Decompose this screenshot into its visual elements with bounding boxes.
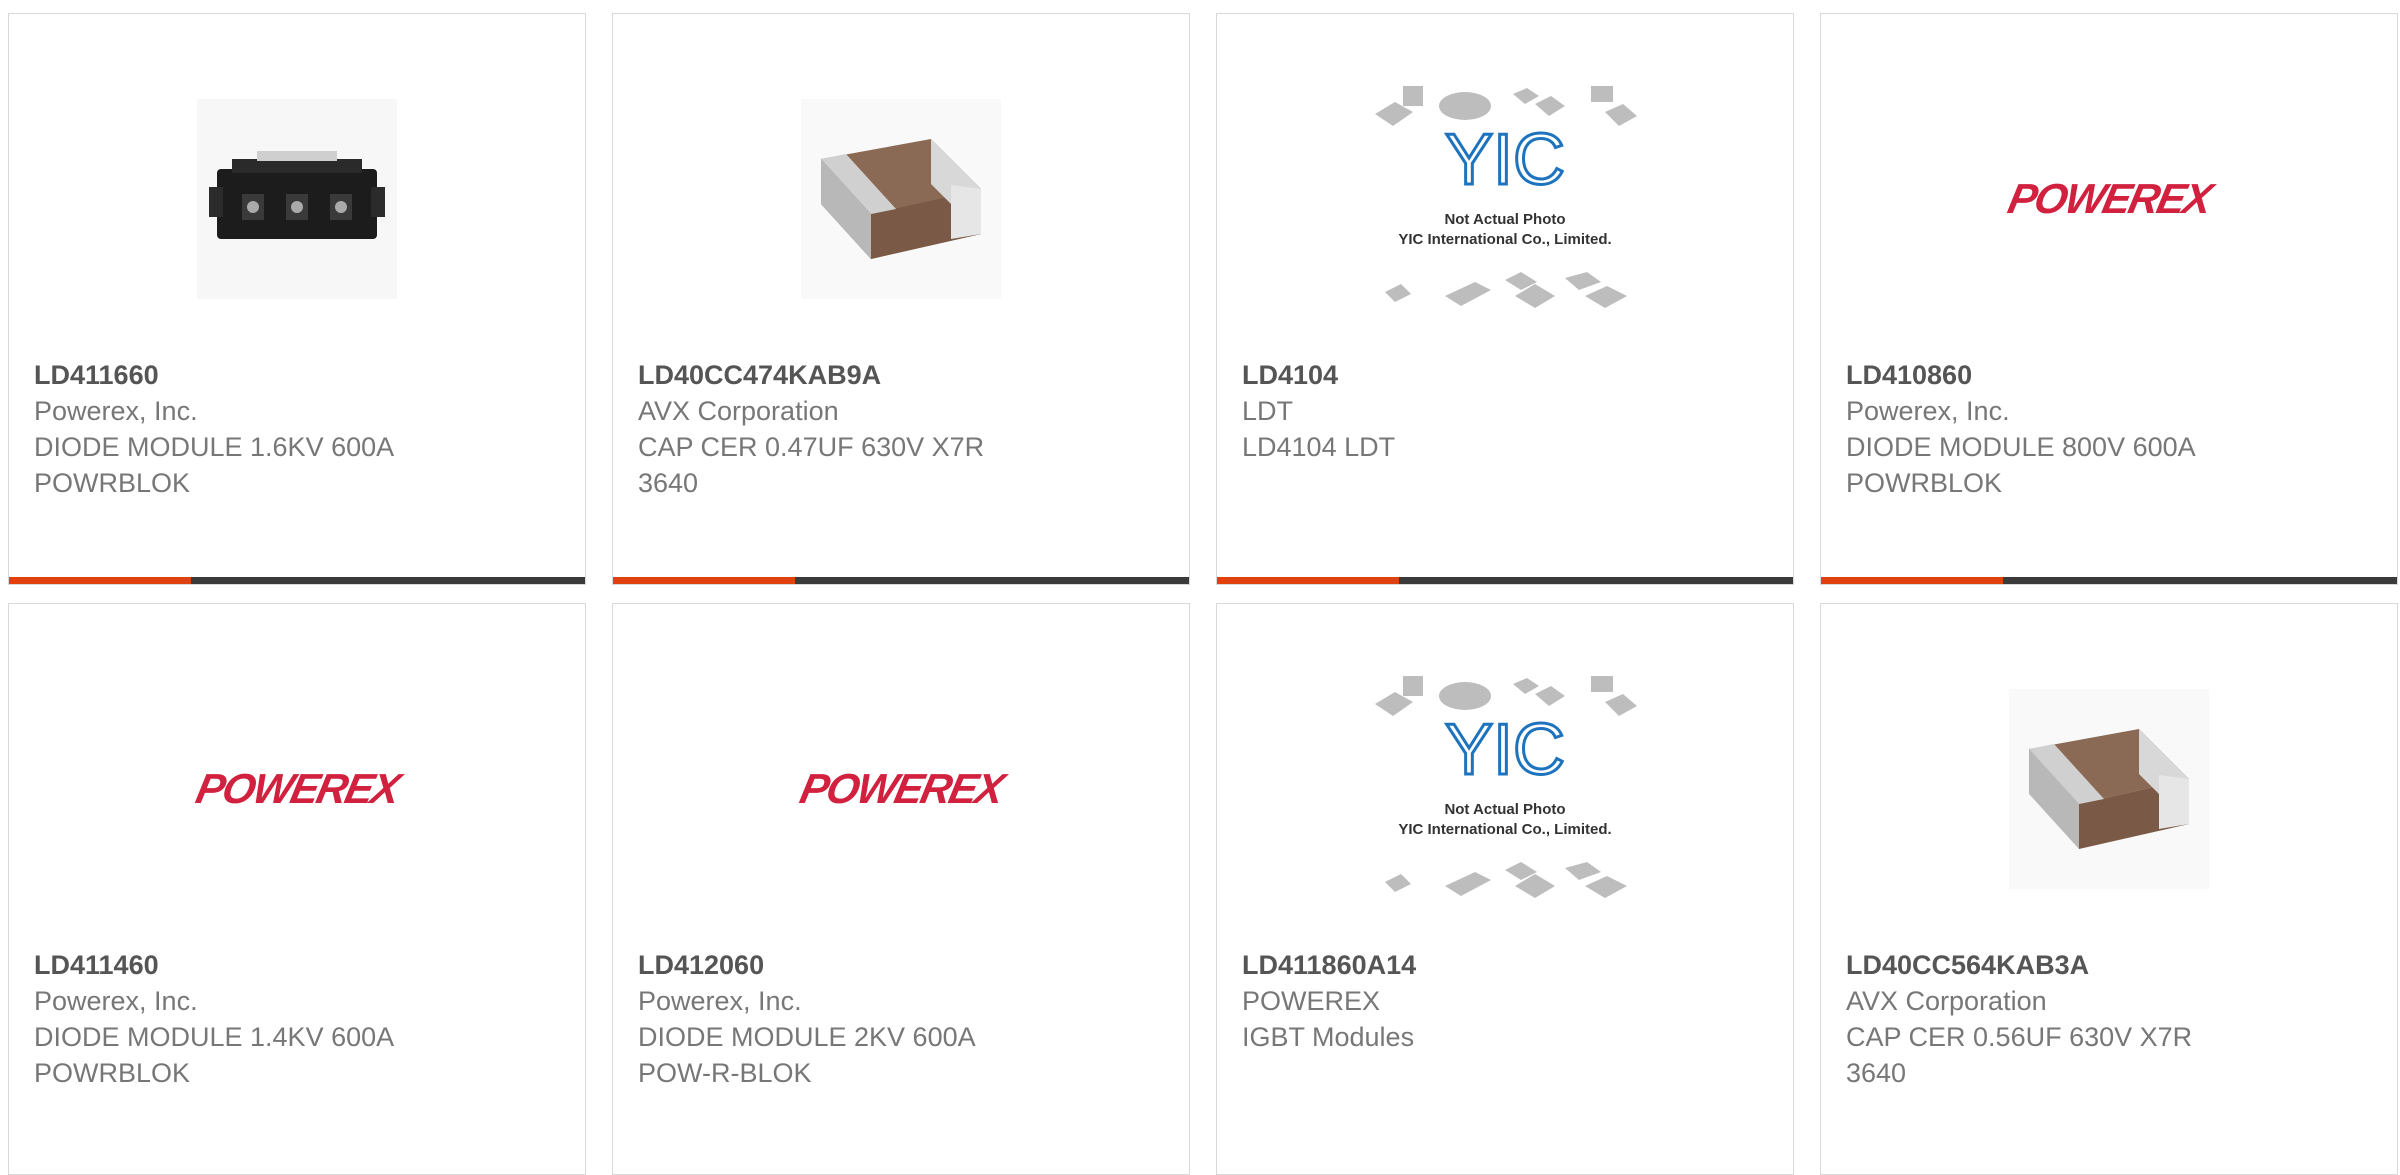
yic-logo: YIC <box>1445 710 1565 790</box>
part-number[interactable]: LD410860 <box>1846 357 2372 393</box>
product-info: LD4104 LDT LD4104 LDT <box>1242 357 1768 465</box>
product-card[interactable]: YIC Not Actual Photo YIC International C… <box>1216 603 1794 1175</box>
part-number[interactable]: LD412060 <box>638 947 1164 983</box>
product-image[interactable] <box>1821 664 2397 914</box>
manufacturer: Powerex, Inc. <box>638 986 802 1016</box>
powerex-logo: POWEREX <box>191 765 403 812</box>
description-line-1: LD4104 LDT <box>1242 432 1396 462</box>
product-card[interactable]: LD40CC564KAB3A AVX Corporation CAP CER 0… <box>1820 603 2398 1175</box>
manufacturer: LDT <box>1242 396 1294 426</box>
placeholder-caption-1: Not Actual Photo <box>1444 211 1565 228</box>
product-image[interactable]: POWEREX <box>9 664 585 914</box>
product-card[interactable]: POWEREX LD412060 Powerex, Inc. DIODE MOD… <box>612 603 1190 1175</box>
card-accent-bar <box>1217 577 1399 584</box>
placeholder-caption-2: YIC International Co., Limited. <box>1398 821 1611 838</box>
card-bottom-bar <box>9 577 585 584</box>
manufacturer: AVX Corporation <box>1846 986 2047 1016</box>
product-image[interactable]: POWEREX <box>1821 74 2397 324</box>
product-image[interactable]: YIC Not Actual Photo YIC International C… <box>1217 664 1793 914</box>
part-number[interactable]: LD40CC564KAB3A <box>1846 947 2372 983</box>
part-number[interactable]: LD4104 <box>1242 357 1768 393</box>
product-info: LD411860A14 POWEREX IGBT Modules <box>1242 947 1768 1055</box>
product-info: LD411660 Powerex, Inc. DIODE MODULE 1.6K… <box>34 357 560 501</box>
description-line-1: IGBT Modules <box>1242 1022 1415 1052</box>
description-line-1: CAP CER 0.47UF 630V X7R <box>638 432 985 462</box>
card-accent-bar <box>1821 577 2003 584</box>
product-image[interactable] <box>613 74 1189 324</box>
description-line-2: POWRBLOK <box>34 1058 191 1088</box>
card-bottom-bar <box>613 577 1189 584</box>
manufacturer: AVX Corporation <box>638 396 839 426</box>
card-accent-bar <box>613 577 795 584</box>
description-line-2: 3640 <box>638 468 699 498</box>
product-info: LD40CC564KAB3A AVX Corporation CAP CER 0… <box>1846 947 2372 1091</box>
description-line-2: POWRBLOK <box>1846 468 2003 498</box>
product-image[interactable] <box>9 74 585 324</box>
placeholder-caption-1: Not Actual Photo <box>1444 801 1565 818</box>
product-card[interactable]: LD411660 Powerex, Inc. DIODE MODULE 1.6K… <box>8 13 586 585</box>
manufacturer: Powerex, Inc. <box>34 396 198 426</box>
product-image[interactable]: POWEREX <box>613 664 1189 914</box>
yic-logo: YIC <box>1445 120 1565 200</box>
product-card[interactable]: POWEREX LD410860 Powerex, Inc. DIODE MOD… <box>1820 13 2398 585</box>
product-card[interactable]: LD40CC474KAB9A AVX Corporation CAP CER 0… <box>612 13 1190 585</box>
product-info: LD410860 Powerex, Inc. DIODE MODULE 800V… <box>1846 357 2372 501</box>
card-accent-bar <box>9 577 191 584</box>
card-bottom-bar <box>1217 577 1793 584</box>
product-card[interactable]: POWEREX LD411460 Powerex, Inc. DIODE MOD… <box>8 603 586 1175</box>
part-number[interactable]: LD411460 <box>34 947 560 983</box>
manufacturer: Powerex, Inc. <box>1846 396 2010 426</box>
part-number[interactable]: LD40CC474KAB9A <box>638 357 1164 393</box>
manufacturer: POWEREX <box>1242 986 1381 1016</box>
powerex-logo: POWEREX <box>2003 175 2215 222</box>
manufacturer: Powerex, Inc. <box>34 986 198 1016</box>
powerex-logo: POWEREX <box>795 765 1007 812</box>
product-info: LD411460 Powerex, Inc. DIODE MODULE 1.4K… <box>34 947 560 1091</box>
placeholder-caption-2: YIC International Co., Limited. <box>1398 231 1611 248</box>
yic-placeholder-icon: YIC Not Actual Photo YIC International C… <box>1375 86 1637 308</box>
product-card[interactable]: YIC Not Actual Photo YIC International C… <box>1216 13 1794 585</box>
part-number[interactable]: LD411660 <box>34 357 560 393</box>
product-info: LD412060 Powerex, Inc. DIODE MODULE 2KV … <box>638 947 1164 1091</box>
description-line-2: POW-R-BLOK <box>638 1058 812 1088</box>
description-line-1: DIODE MODULE 1.4KV 600A <box>34 1022 395 1052</box>
description-line-1: DIODE MODULE 2KV 600A <box>638 1022 976 1052</box>
diode-module-icon <box>197 99 397 299</box>
ceramic-capacitor-icon <box>2009 689 2209 889</box>
ceramic-capacitor-icon <box>801 99 1001 299</box>
description-line-2: POWRBLOK <box>34 468 191 498</box>
yic-placeholder-icon: YIC Not Actual Photo YIC International C… <box>1375 676 1637 898</box>
card-bottom-bar <box>1821 577 2397 584</box>
description-line-1: DIODE MODULE 800V 600A <box>1846 432 2196 462</box>
product-grid: LD411660 Powerex, Inc. DIODE MODULE 1.6K… <box>8 13 2400 1175</box>
part-number[interactable]: LD411860A14 <box>1242 947 1768 983</box>
description-line-2: 3640 <box>1846 1058 1907 1088</box>
product-image[interactable]: YIC Not Actual Photo YIC International C… <box>1217 74 1793 324</box>
description-line-1: CAP CER 0.56UF 630V X7R <box>1846 1022 2193 1052</box>
product-info: LD40CC474KAB9A AVX Corporation CAP CER 0… <box>638 357 1164 501</box>
description-line-1: DIODE MODULE 1.6KV 600A <box>34 432 395 462</box>
